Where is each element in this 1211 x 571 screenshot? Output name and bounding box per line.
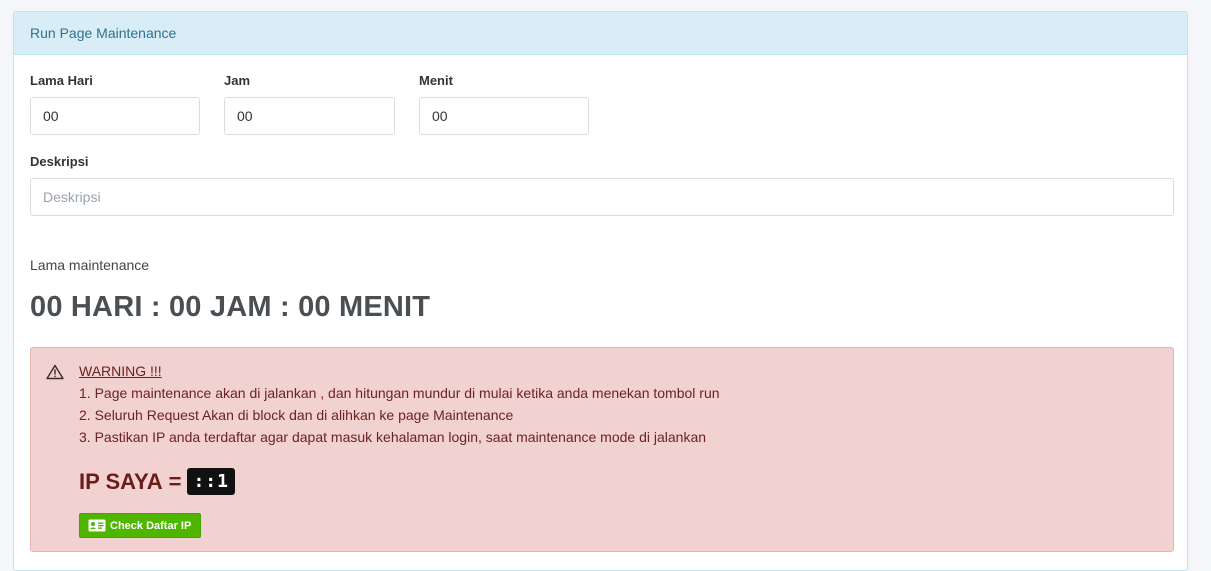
description-label: Deskripsi bbox=[30, 154, 89, 169]
countdown-display: 00 HARI : 00 JAM : 00 MENIT bbox=[30, 291, 431, 323]
days-input[interactable] bbox=[30, 97, 200, 135]
hours-label: Jam bbox=[224, 73, 251, 88]
card-header: Run Page Maintenance bbox=[14, 12, 1187, 55]
check-ip-list-label: Check Daftar IP bbox=[110, 519, 192, 532]
hours-input[interactable] bbox=[224, 97, 395, 135]
ip-equals: = bbox=[168, 468, 182, 494]
warning-line-2: 2. Seluruh Request Akan di block dan di … bbox=[79, 407, 514, 423]
description-input[interactable] bbox=[30, 178, 1174, 216]
check-ip-list-button[interactable]: Check Daftar IP bbox=[79, 513, 202, 538]
ip-value: ::1 bbox=[187, 468, 235, 495]
warning-triangle-icon bbox=[46, 364, 64, 380]
ip-row: IP SAYA = ::1 bbox=[79, 468, 235, 495]
warning-line-1: 1. Page maintenance akan di jalankan , d… bbox=[79, 385, 720, 401]
warning-alert: WARNING !!! 1. Page maintenance akan di … bbox=[30, 347, 1174, 552]
maintenance-card: Run Page Maintenance Lama Hari Jam Menit… bbox=[13, 11, 1188, 571]
warning-line-3: 3. Pastikan IP anda terdaftar agar dapat… bbox=[79, 429, 707, 445]
id-card-icon bbox=[88, 519, 106, 532]
minutes-label: Menit bbox=[419, 73, 453, 88]
minutes-input[interactable] bbox=[419, 97, 589, 135]
days-label: Lama Hari bbox=[30, 73, 93, 88]
warning-title: WARNING !!! bbox=[79, 363, 162, 379]
ip-label: IP SAYA bbox=[79, 468, 163, 494]
duration-label: Lama maintenance bbox=[30, 257, 150, 273]
card-title: Run Page Maintenance bbox=[30, 25, 177, 41]
